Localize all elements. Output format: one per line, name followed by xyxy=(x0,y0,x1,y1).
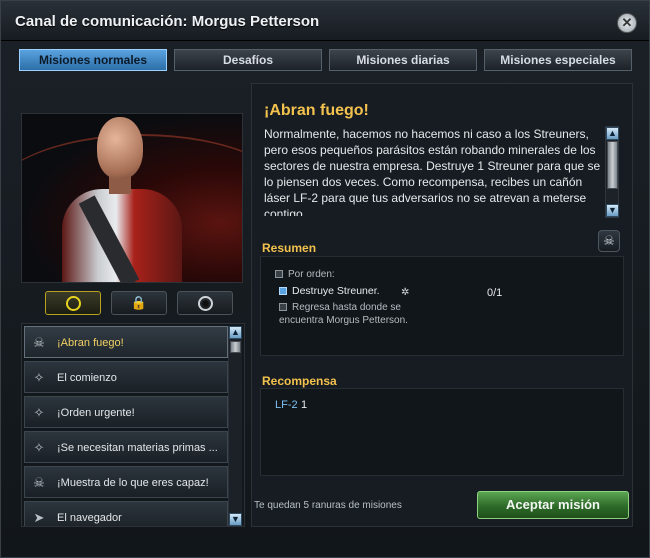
reward-item: LF-2 xyxy=(275,399,298,411)
filter-row: 🔒 xyxy=(21,289,243,317)
streuner-icon: ✲ xyxy=(401,287,410,298)
ship-icon: ➤ xyxy=(33,510,45,525)
left-panel: 🔒 ☠ ¡Abran fuego! ✧ El comienzo ✧ ¡Orden… xyxy=(21,113,245,527)
filter-active-button[interactable] xyxy=(45,291,101,315)
mission-title: ¡Abran fuego! xyxy=(264,102,369,119)
compass-icon: ✧ xyxy=(33,370,45,385)
title-bar: Canal de comunicación: Morgus Petterson … xyxy=(1,1,649,41)
scroll-up-icon[interactable]: ▲ xyxy=(229,326,242,339)
mission-tabs: Misiones normales Desafíos Misiones diar… xyxy=(19,49,633,73)
npc-portrait xyxy=(21,113,243,283)
summary-heading: Resumen xyxy=(262,241,317,255)
mission-description: Normalmente, hacemos no hacemos ni caso … xyxy=(264,127,601,216)
bullet-icon xyxy=(279,287,287,295)
list-item-label: ¡Se necesitan materias primas ... xyxy=(57,442,218,454)
mission-slots-status: Te quedan 5 ranuras de misiones xyxy=(254,500,402,511)
list-item-label: ¡Abran fuego! xyxy=(57,337,124,349)
skull-icon: ☠ xyxy=(33,475,45,490)
summary-order-row: Por orden: xyxy=(275,269,335,280)
list-item-label: ¡Orden urgente! xyxy=(57,407,135,419)
mission-list: ☠ ¡Abran fuego! ✧ El comienzo ✧ ¡Orden u… xyxy=(21,323,245,527)
summary-progress: 0/1 xyxy=(487,287,503,299)
summary-order-label: Por orden: xyxy=(288,269,335,280)
reward-quantity: 1 xyxy=(301,399,308,411)
list-item[interactable]: ✧ ¡Se necesitan materias primas ... xyxy=(24,431,228,463)
scroll-up-icon[interactable]: ▲ xyxy=(606,127,619,140)
list-item-label: El comienzo xyxy=(57,372,117,384)
list-item-label: El navegador xyxy=(57,512,122,524)
scroll-thumb[interactable] xyxy=(230,341,241,353)
list-item[interactable]: ➤ El navegador xyxy=(24,501,228,526)
tab-desafios[interactable]: Desafíos xyxy=(174,49,322,71)
bullet-icon xyxy=(279,303,287,311)
filter-completed-button[interactable] xyxy=(177,291,233,315)
summary-box: Por orden: Destruye Streuner. ✲ 0/1 Regr… xyxy=(260,256,624,356)
list-item[interactable]: ✧ El comienzo xyxy=(24,361,228,393)
accept-mission-button[interactable]: Aceptar misión xyxy=(477,491,629,519)
tab-misiones-especiales[interactable]: Misiones especiales xyxy=(484,49,632,71)
bullet-icon xyxy=(275,270,283,278)
list-item[interactable]: ☠ ¡Muestra de lo que eres capaz! xyxy=(24,466,228,498)
close-icon[interactable]: ✕ xyxy=(617,13,637,33)
summary-task-row: Destruye Streuner. xyxy=(279,285,380,297)
record-icon xyxy=(198,296,213,311)
filter-locked-button[interactable]: 🔒 xyxy=(111,291,167,315)
portrait-head xyxy=(97,117,143,179)
description-scrollbar[interactable]: ▲ ▼ xyxy=(605,126,619,218)
reward-heading: Recompensa xyxy=(262,374,337,388)
compass-icon: ✧ xyxy=(33,440,45,455)
scroll-down-icon[interactable]: ▼ xyxy=(606,204,619,217)
mission-details-panel: ¡Abran fuego! Normalmente, hacemos no ha… xyxy=(251,83,633,527)
circle-icon xyxy=(66,296,81,311)
skull-icon[interactable]: ☠ xyxy=(598,230,620,252)
window-title: Canal de comunicación: Morgus Petterson xyxy=(15,13,320,30)
tab-misiones-diarias[interactable]: Misiones diarias xyxy=(329,49,477,71)
summary-task: Destruye Streuner. xyxy=(292,285,380,297)
mission-window: Canal de comunicación: Morgus Petterson … xyxy=(0,0,650,558)
summary-return-row: Regresa hasta donde se encuentra Morgus … xyxy=(279,301,419,327)
list-item-label: ¡Muestra de lo que eres capaz! xyxy=(57,477,209,489)
list-item[interactable]: ✧ ¡Orden urgente! xyxy=(24,396,228,428)
lock-icon: 🔒 xyxy=(130,295,148,310)
tab-misiones-normales[interactable]: Misiones normales xyxy=(19,49,167,71)
reward-box: LF-2 1 xyxy=(260,388,624,476)
compass-icon: ✧ xyxy=(33,405,45,420)
skull-icon: ☠ xyxy=(33,335,45,350)
scroll-thumb[interactable] xyxy=(607,141,618,189)
mission-list-scrollbar[interactable]: ▲ ▼ xyxy=(228,326,242,526)
list-item[interactable]: ☠ ¡Abran fuego! xyxy=(24,326,228,358)
summary-return: Regresa hasta donde se encuentra Morgus … xyxy=(279,302,408,326)
scroll-down-icon[interactable]: ▼ xyxy=(229,513,242,526)
